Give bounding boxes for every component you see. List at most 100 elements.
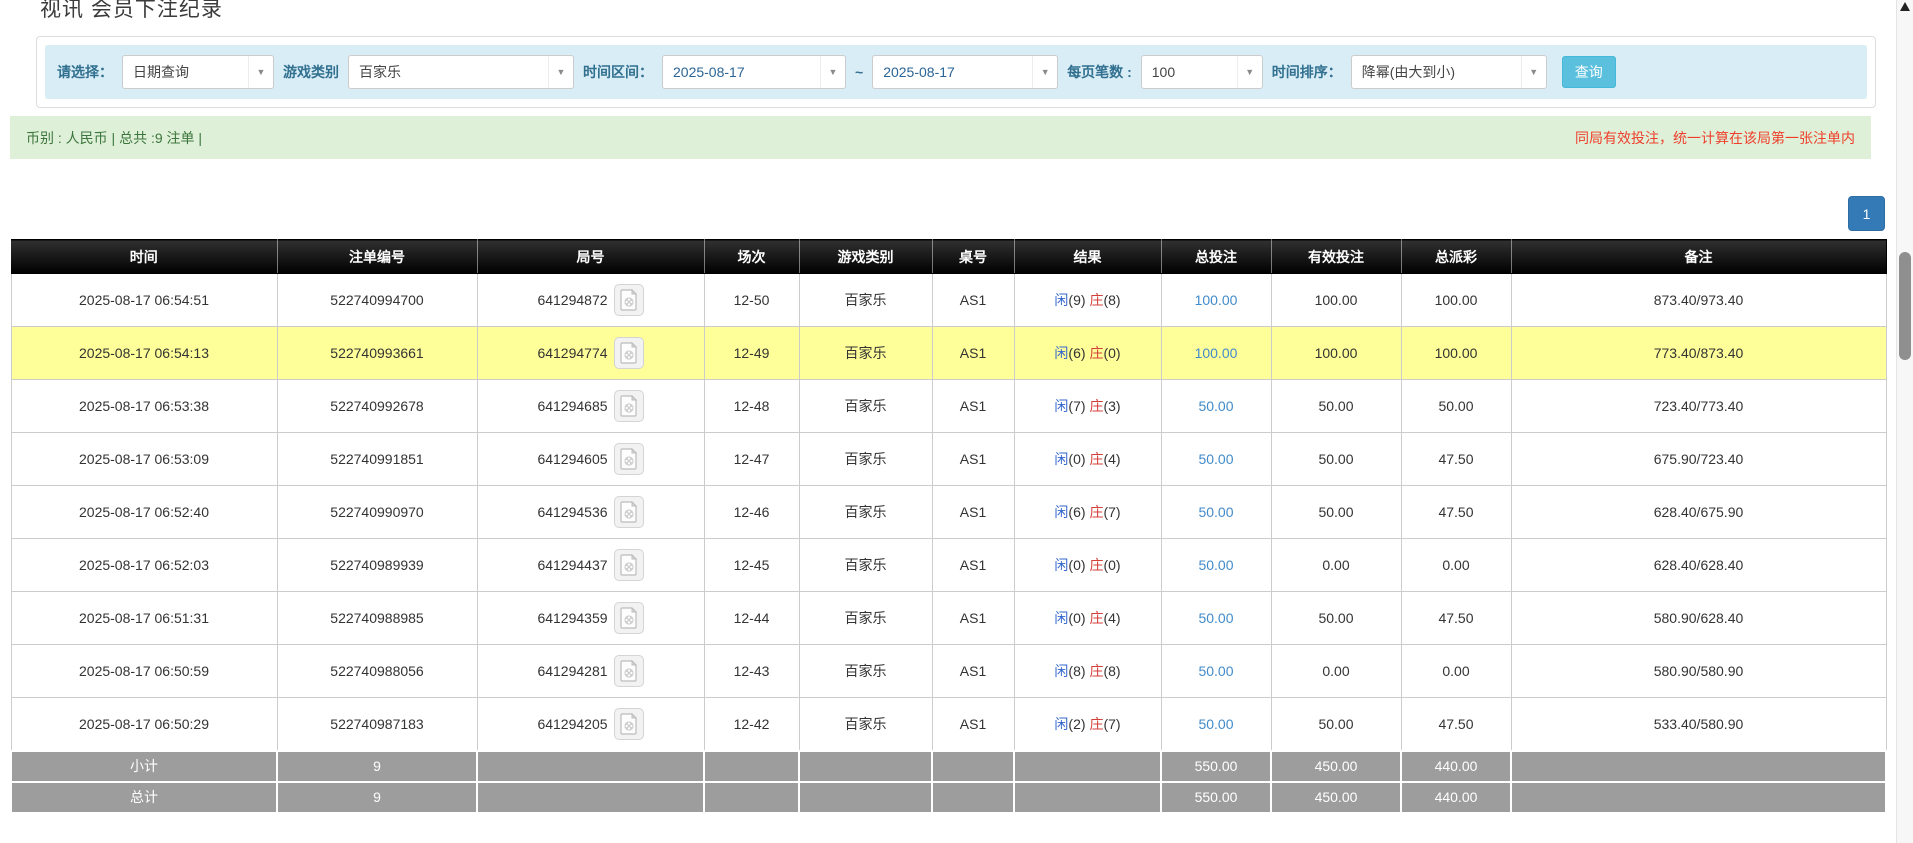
cell-bet-no: 522740993661 <box>277 327 477 380</box>
banker-score: (7) <box>1103 504 1120 520</box>
cell-bet-no: 522740987183 <box>277 698 477 751</box>
date-from-value: 2025-08-17 <box>663 64 820 80</box>
total-bet-link[interactable]: 50.00 <box>1198 451 1233 467</box>
total-bet-link[interactable]: 50.00 <box>1198 557 1233 573</box>
total-bet-link[interactable]: 100.00 <box>1195 345 1238 361</box>
cell-round-no: 641294872 <box>537 292 607 308</box>
query-type-select[interactable]: 日期查询 ▼ <box>122 55 274 89</box>
video-replay-icon[interactable] <box>614 496 644 528</box>
banker-result-label: 庄 <box>1089 610 1103 626</box>
player-result-label: 闲 <box>1054 557 1068 573</box>
cell-table-no: AS1 <box>932 380 1014 433</box>
cell-remark: 580.90/580.90 <box>1511 645 1886 698</box>
game-category-label: 游戏类别 <box>283 62 339 82</box>
cell-payout: 47.50 <box>1401 433 1511 486</box>
cell-valid-bet: 50.00 <box>1271 486 1401 539</box>
cell-session: 12-46 <box>704 486 799 539</box>
col-header-remark: 备注 <box>1511 240 1886 274</box>
cell-bet-no: 522740990970 <box>277 486 477 539</box>
player-score: (9) <box>1068 292 1085 308</box>
scrollbar[interactable] <box>1896 0 1913 843</box>
player-score: (0) <box>1068 610 1085 626</box>
total-bet-link[interactable]: 50.00 <box>1198 504 1233 520</box>
table-row: 2025-08-17 06:52:40 522740990970 6412945… <box>11 486 1886 539</box>
cell-remark: 580.90/628.40 <box>1511 592 1886 645</box>
cell-bet-no: 522740988985 <box>277 592 477 645</box>
date-to-select[interactable]: 2025-08-17 ▼ <box>872 55 1058 89</box>
chevron-down-icon: ▼ <box>1032 56 1057 88</box>
banker-score: (4) <box>1103 610 1120 626</box>
cell-table-no: AS1 <box>932 592 1014 645</box>
time-sort-value: 降幂(由大到小) <box>1352 62 1521 82</box>
player-result-label: 闲 <box>1054 610 1068 626</box>
page-1-button[interactable]: 1 <box>1848 196 1885 231</box>
cell-table-no: AS1 <box>932 486 1014 539</box>
banker-result-label: 庄 <box>1089 292 1103 308</box>
total-bet-link[interactable]: 50.00 <box>1198 716 1233 732</box>
scrollbar-thumb[interactable] <box>1899 252 1911 360</box>
game-category-select[interactable]: 百家乐 ▼ <box>348 55 574 89</box>
time-sort-label: 时间排序： <box>1272 62 1342 82</box>
cell-session: 12-49 <box>704 327 799 380</box>
col-header-bet-no: 注单编号 <box>277 240 477 274</box>
scroll-up-icon[interactable] <box>1900 2 1910 11</box>
time-sort-select[interactable]: 降幂(由大到小) ▼ <box>1351 55 1547 89</box>
video-replay-icon[interactable] <box>614 549 644 581</box>
total-bet-link[interactable]: 50.00 <box>1198 610 1233 626</box>
cell-bet-no: 522740988056 <box>277 645 477 698</box>
cell-payout: 0.00 <box>1401 539 1511 592</box>
page-size-select[interactable]: 100 ▼ <box>1141 55 1263 89</box>
cell-time: 2025-08-17 06:54:13 <box>11 327 277 380</box>
cell-result: 闲(6) 庄(7) <box>1014 486 1161 539</box>
cell-game: 百家乐 <box>799 327 932 380</box>
filter-panel: 请选择： 日期查询 ▼ 游戏类别 百家乐 ▼ 时间区间： 2025-08-17 … <box>36 36 1876 108</box>
cell-round-no: 641294437 <box>537 557 607 573</box>
total-count: 9 <box>277 782 477 813</box>
cell-table-no: AS1 <box>932 274 1014 327</box>
total-bet-link[interactable]: 50.00 <box>1198 663 1233 679</box>
page-size-value: 100 <box>1142 64 1237 80</box>
video-replay-icon[interactable] <box>614 390 644 422</box>
banker-result-label: 庄 <box>1089 663 1103 679</box>
banker-score: (8) <box>1103 663 1120 679</box>
cell-time: 2025-08-17 06:53:09 <box>11 433 277 486</box>
total-bet-link[interactable]: 50.00 <box>1198 398 1233 414</box>
time-range-label: 时间区间： <box>583 62 653 82</box>
video-replay-icon[interactable] <box>614 284 644 316</box>
bet-records-table: 时间 注单编号 局号 场次 游戏类别 桌号 结果 总投注 有效投注 总派彩 备注… <box>10 239 1887 814</box>
cell-result: 闲(8) 庄(8) <box>1014 645 1161 698</box>
page-size-label: 每页笔数 : <box>1067 62 1132 82</box>
pagination: 1 <box>0 196 1885 231</box>
cell-game: 百家乐 <box>799 539 932 592</box>
cell-remark: 628.40/628.40 <box>1511 539 1886 592</box>
cell-round-no: 641294774 <box>537 345 607 361</box>
cell-result: 闲(0) 庄(4) <box>1014 433 1161 486</box>
subtotal-total-bet: 550.00 <box>1161 751 1271 782</box>
cell-payout: 47.50 <box>1401 592 1511 645</box>
video-replay-icon[interactable] <box>614 708 644 740</box>
cell-remark: 873.40/973.40 <box>1511 274 1886 327</box>
total-bet-link[interactable]: 100.00 <box>1195 292 1238 308</box>
video-replay-icon[interactable] <box>614 337 644 369</box>
cell-valid-bet: 0.00 <box>1271 645 1401 698</box>
cell-result: 闲(7) 庄(3) <box>1014 380 1161 433</box>
date-from-select[interactable]: 2025-08-17 ▼ <box>662 55 846 89</box>
query-button[interactable]: 查询 <box>1562 56 1616 88</box>
filter-bar: 请选择： 日期查询 ▼ 游戏类别 百家乐 ▼ 时间区间： 2025-08-17 … <box>45 45 1867 99</box>
cell-payout: 47.50 <box>1401 486 1511 539</box>
player-result-label: 闲 <box>1054 716 1068 732</box>
cell-valid-bet: 100.00 <box>1271 327 1401 380</box>
cell-game: 百家乐 <box>799 274 932 327</box>
valid-bet-notice: 同局有效投注，统一计算在该局第一张注单内 <box>1575 128 1855 148</box>
table-row: 2025-08-17 06:51:31 522740988985 6412943… <box>11 592 1886 645</box>
video-replay-icon[interactable] <box>614 602 644 634</box>
cell-bet-no: 522740989939 <box>277 539 477 592</box>
cell-valid-bet: 50.00 <box>1271 433 1401 486</box>
video-replay-icon[interactable] <box>614 655 644 687</box>
total-label: 总计 <box>11 782 277 813</box>
subtotal-label: 小计 <box>11 751 277 782</box>
table-row: 2025-08-17 06:53:38 522740992678 6412946… <box>11 380 1886 433</box>
video-replay-icon[interactable] <box>614 443 644 475</box>
subtotal-valid-bet: 450.00 <box>1271 751 1401 782</box>
cell-valid-bet: 50.00 <box>1271 698 1401 751</box>
